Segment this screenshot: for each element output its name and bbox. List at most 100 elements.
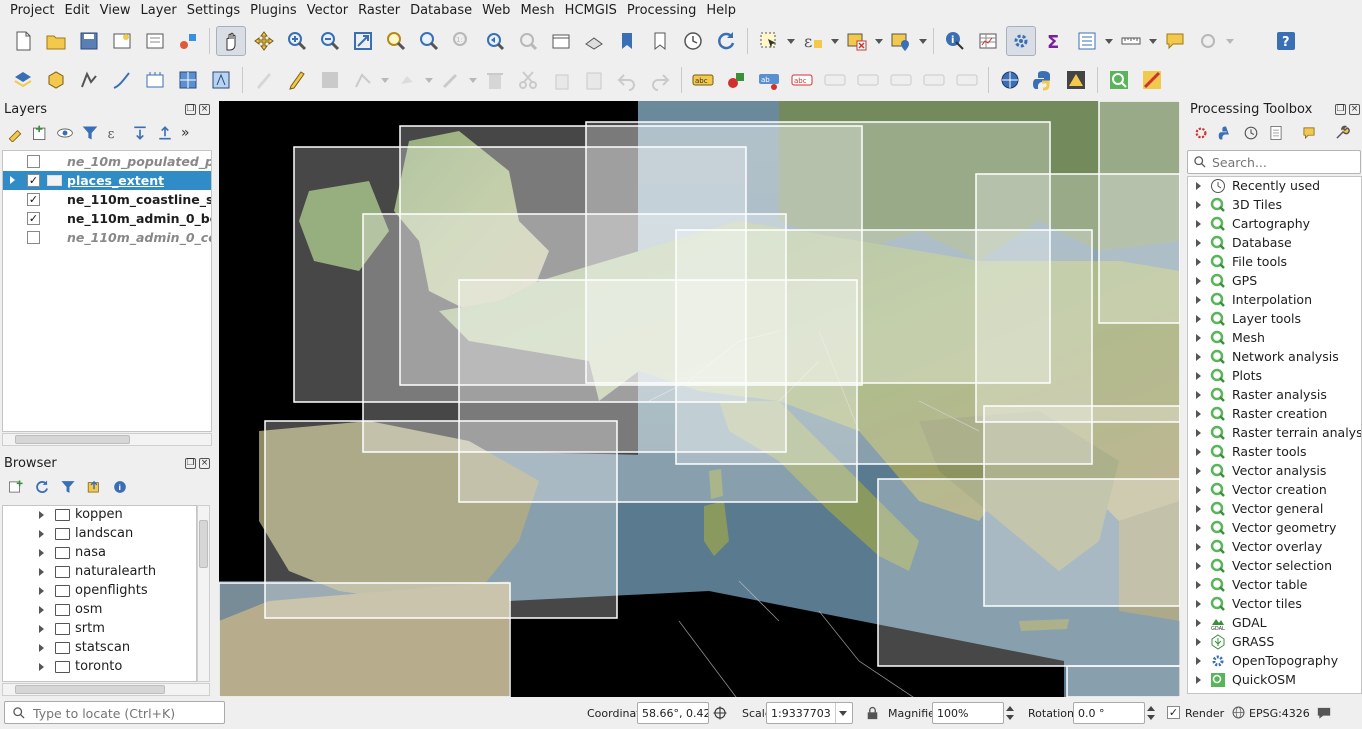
processing-group-item[interactable]: Raster analysis — [1188, 386, 1361, 405]
expand-arrow-icon[interactable] — [1196, 562, 1201, 570]
options-icon[interactable] — [1334, 125, 1350, 141]
refresh-icon[interactable] — [34, 479, 50, 495]
python-console-icon[interactable] — [1028, 65, 1058, 95]
expand-arrow-icon[interactable] — [1196, 657, 1201, 665]
browser-horizontal-scrollbar[interactable] — [2, 683, 210, 696]
quickosm-icon[interactable] — [1104, 65, 1134, 95]
plugin-shape-icon[interactable] — [1061, 65, 1091, 95]
history-icon[interactable] — [1243, 125, 1259, 141]
new-3d-map-view-icon[interactable] — [579, 26, 609, 56]
expand-arrow-icon[interactable] — [1196, 182, 1201, 190]
rotation-field[interactable] — [1073, 702, 1145, 724]
processing-group-item[interactable]: Vector selection — [1188, 557, 1361, 576]
new-temporary-layer-icon[interactable] — [140, 65, 170, 95]
edit-features-in-place-icon[interactable] — [1301, 125, 1317, 141]
coordinate-input[interactable] — [642, 706, 708, 721]
data-source-manager-icon[interactable] — [8, 65, 38, 95]
expand-arrow-icon[interactable] — [39, 587, 44, 595]
expand-arrow-icon[interactable] — [1196, 543, 1201, 551]
zoom-next-icon[interactable] — [513, 26, 543, 56]
processing-group-item[interactable]: Vector general — [1188, 500, 1361, 519]
expand-arrow-icon[interactable] — [39, 644, 44, 652]
toggle-editing-icon[interactable] — [282, 65, 312, 95]
zoom-to-layer-icon[interactable] — [414, 26, 444, 56]
layer-visibility-checkbox[interactable] — [27, 231, 40, 244]
rotation-spinner[interactable] — [1145, 702, 1158, 724]
lock-scale-icon[interactable] — [865, 705, 880, 721]
browser-folder-item[interactable]: toronto — [3, 658, 196, 677]
add-group-icon[interactable] — [31, 124, 49, 142]
hcmgis-icon[interactable] — [1137, 65, 1167, 95]
paste-features-icon[interactable] — [579, 65, 609, 95]
magnifier-spinner[interactable] — [1004, 702, 1017, 724]
help-icon[interactable]: ? — [1271, 26, 1301, 56]
browser-folder-item[interactable]: openflights — [3, 582, 196, 601]
show-bookmarks-icon[interactable] — [645, 26, 675, 56]
expand-arrow-icon[interactable] — [39, 530, 44, 538]
expand-arrow-icon[interactable] — [1196, 239, 1201, 247]
menu-hcmgis[interactable]: HCMGIS — [560, 0, 622, 22]
locator-input[interactable] — [33, 705, 218, 721]
processing-group-item[interactable]: OpenTopography — [1188, 652, 1361, 671]
processing-search-input[interactable] — [1212, 153, 1357, 171]
plugin-globe-icon[interactable] — [995, 65, 1025, 95]
refresh-icon[interactable] — [711, 26, 741, 56]
expand-arrow-icon[interactable] — [1196, 220, 1201, 228]
new-project-icon[interactable] — [8, 26, 38, 56]
measure-line-icon[interactable] — [1116, 26, 1157, 56]
zoom-native-icon[interactable]: 1:1 — [447, 26, 477, 56]
float-panel-icon[interactable]: ❐ — [185, 104, 196, 115]
locator-bar[interactable] — [4, 701, 225, 724]
scrollbar-thumb[interactable] — [199, 520, 208, 568]
modify-attributes-icon[interactable] — [436, 65, 477, 95]
menu-view[interactable]: View — [95, 0, 136, 22]
expand-arrow-icon[interactable] — [10, 176, 15, 184]
expand-arrow-icon[interactable] — [39, 511, 44, 519]
identify-features-icon[interactable]: i — [940, 26, 970, 56]
expand-arrow-icon[interactable] — [1196, 524, 1201, 532]
open-project-icon[interactable] — [41, 26, 71, 56]
show-unplaced-labels-icon[interactable]: abc — [787, 65, 817, 95]
new-mesh-layer-icon[interactable] — [206, 65, 236, 95]
move-label-icon[interactable] — [886, 65, 916, 95]
map-tips-icon[interactable] — [1160, 26, 1190, 56]
scrollbar-thumb[interactable] — [15, 685, 165, 694]
save-project-icon[interactable] — [74, 26, 104, 56]
processing-group-item[interactable]: 3D Tiles — [1188, 196, 1361, 215]
processing-group-item[interactable]: Raster tools — [1188, 443, 1361, 462]
expand-arrow-icon[interactable] — [39, 606, 44, 614]
select-features-icon[interactable] — [754, 26, 795, 56]
locate-icon[interactable] — [1193, 26, 1234, 56]
layer-item[interactable]: ✓ places_extent — [3, 171, 211, 190]
magnifier-input[interactable] — [937, 706, 1001, 721]
zoom-in-icon[interactable] — [282, 26, 312, 56]
processing-group-item[interactable]: Vector overlay — [1188, 538, 1361, 557]
processing-search-field[interactable] — [1187, 150, 1361, 174]
pan-map-icon[interactable] — [216, 26, 246, 56]
close-panel-icon[interactable]: × — [199, 104, 210, 115]
processing-group-item[interactable]: Database — [1188, 234, 1361, 253]
render-checkbox[interactable]: ✓ — [1167, 706, 1180, 719]
scale-dropdown-button[interactable] — [835, 703, 849, 723]
more-tools-icon[interactable]: » — [181, 125, 190, 141]
zoom-last-icon[interactable] — [480, 26, 510, 56]
manage-visibility-icon[interactable] — [56, 124, 74, 142]
float-panel-icon[interactable]: ❐ — [185, 458, 196, 469]
expand-arrow-icon[interactable] — [1196, 296, 1201, 304]
browser-folder-item[interactable]: naturalearth — [3, 563, 196, 582]
close-panel-icon[interactable]: × — [1349, 104, 1360, 115]
show-hide-labels-icon[interactable] — [853, 65, 883, 95]
open-field-calculator-icon[interactable] — [1072, 26, 1113, 56]
processing-group-item[interactable]: Cartography — [1188, 215, 1361, 234]
processing-group-item[interactable]: Mesh — [1188, 329, 1361, 348]
expand-arrow-icon[interactable] — [1196, 201, 1201, 209]
undo-icon[interactable] — [612, 65, 642, 95]
new-virtual-layer-icon[interactable] — [173, 65, 203, 95]
expand-arrow-icon[interactable] — [39, 663, 44, 671]
processing-group-item[interactable]: Interpolation — [1188, 291, 1361, 310]
layer-item[interactable]: ✓ ne_110m_admin_0_boundary — [3, 209, 211, 228]
cut-features-icon[interactable] — [513, 65, 543, 95]
layer-item[interactable]: ne_110m_admin_0_countries — [3, 228, 211, 247]
expand-arrow-icon[interactable] — [1196, 448, 1201, 456]
browser-folder-item[interactable]: srtm — [3, 620, 196, 639]
